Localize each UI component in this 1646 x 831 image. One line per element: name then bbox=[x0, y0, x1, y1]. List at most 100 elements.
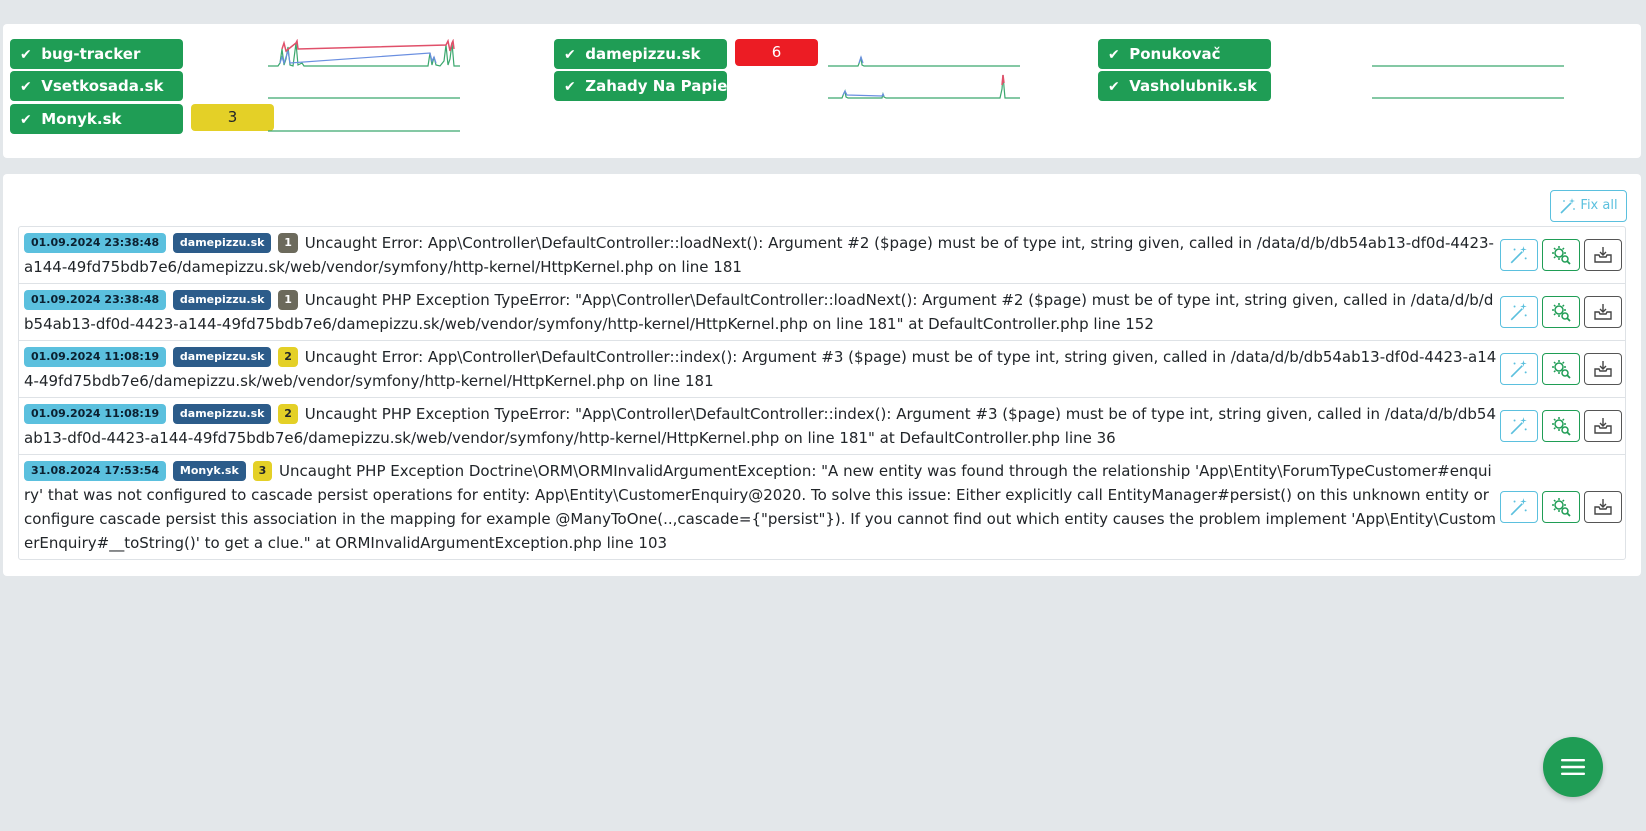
project-row: ✔ Zahady Na Papieri bbox=[554, 71, 1020, 101]
menu-fab-button[interactable] bbox=[1543, 737, 1603, 797]
inspect-button[interactable] bbox=[1542, 353, 1580, 385]
error-row: 01.09.2024 11:08:19 damepizzu.sk 2 Uncau… bbox=[19, 398, 1625, 455]
fix-button[interactable] bbox=[1500, 491, 1538, 523]
error-date-badge: 31.08.2024 17:53:54 bbox=[24, 461, 167, 481]
sparkline-bug-tracker bbox=[268, 39, 460, 67]
check-icon: ✔ bbox=[20, 112, 32, 128]
projects-panel: ✔ bug-tracker ✔ Vsetkosada.sk ✔ Monyk.sk… bbox=[3, 24, 1641, 158]
sparkline-monyk bbox=[268, 130, 460, 132]
error-count-badge: 2 bbox=[278, 404, 298, 424]
error-count-badge[interactable]: 3 bbox=[191, 104, 274, 131]
magic-wand-icon bbox=[1560, 197, 1576, 214]
archive-button[interactable] bbox=[1584, 239, 1622, 271]
archive-button[interactable] bbox=[1584, 491, 1622, 523]
magic-wand-icon bbox=[1510, 360, 1527, 378]
error-count-badge: 1 bbox=[278, 233, 298, 253]
project-name: Ponukovač bbox=[1129, 45, 1221, 63]
project-button-zahady[interactable]: ✔ Zahady Na Papieri bbox=[554, 71, 727, 101]
archive-box-icon bbox=[1594, 499, 1612, 515]
gear-search-icon bbox=[1552, 498, 1571, 517]
project-name: Zahady Na Papieri bbox=[585, 77, 727, 95]
project-button-ponukovac[interactable]: ✔ Ponukovač bbox=[1098, 39, 1271, 69]
project-button-damepizzu[interactable]: ✔ damepizzu.sk bbox=[554, 39, 727, 69]
row-actions bbox=[1500, 491, 1622, 523]
project-name: bug-tracker bbox=[41, 45, 141, 63]
magic-wand-icon bbox=[1510, 246, 1527, 264]
errors-panel: Fix all 01.09.2024 23:38:48 damepizzu.sk… bbox=[3, 174, 1641, 576]
error-date-badge: 01.09.2024 11:08:19 bbox=[24, 347, 167, 367]
gear-search-icon bbox=[1552, 417, 1571, 436]
error-project-badge[interactable]: damepizzu.sk bbox=[172, 290, 272, 310]
fix-button[interactable] bbox=[1500, 296, 1538, 328]
error-count-badge[interactable]: 6 bbox=[735, 39, 818, 66]
gear-search-icon bbox=[1552, 360, 1571, 379]
magic-wand-icon bbox=[1510, 498, 1527, 516]
project-button-vsetkosada[interactable]: ✔ Vsetkosada.sk bbox=[10, 71, 183, 101]
check-icon: ✔ bbox=[20, 79, 32, 95]
error-project-badge[interactable]: damepizzu.sk bbox=[172, 233, 272, 253]
archive-box-icon bbox=[1594, 304, 1612, 320]
archive-box-icon bbox=[1594, 361, 1612, 377]
check-icon: ✔ bbox=[564, 47, 576, 63]
fix-all-label: Fix all bbox=[1580, 198, 1618, 213]
error-row: 01.09.2024 23:38:48 damepizzu.sk 1 Uncau… bbox=[19, 227, 1625, 284]
archive-button[interactable] bbox=[1584, 353, 1622, 385]
error-project-badge[interactable]: damepizzu.sk bbox=[172, 404, 272, 424]
inspect-button[interactable] bbox=[1542, 410, 1580, 442]
sparkline-damepizzu bbox=[828, 55, 1020, 67]
error-list: 01.09.2024 23:38:48 damepizzu.sk 1 Uncau… bbox=[18, 226, 1626, 560]
error-row: 01.09.2024 23:38:48 damepizzu.sk 1 Uncau… bbox=[19, 284, 1625, 341]
fix-button[interactable] bbox=[1500, 239, 1538, 271]
inspect-button[interactable] bbox=[1542, 239, 1580, 271]
check-icon: ✔ bbox=[1108, 47, 1120, 63]
project-row: ✔ Vasholubnik.sk bbox=[1098, 71, 1564, 101]
project-row: ✔ bug-tracker bbox=[10, 39, 460, 69]
error-count-badge: 1 bbox=[278, 290, 298, 310]
error-count-badge: 3 bbox=[252, 461, 273, 481]
error-count-badge: 2 bbox=[278, 347, 298, 367]
menu-icon bbox=[1561, 759, 1585, 775]
fix-button[interactable] bbox=[1500, 353, 1538, 385]
error-project-badge[interactable]: damepizzu.sk bbox=[172, 347, 272, 367]
project-name: Monyk.sk bbox=[41, 110, 122, 128]
row-actions bbox=[1500, 353, 1622, 385]
row-actions bbox=[1500, 410, 1622, 442]
error-row: 01.09.2024 11:08:19 damepizzu.sk 2 Uncau… bbox=[19, 341, 1625, 398]
archive-box-icon bbox=[1594, 247, 1612, 263]
project-button-monyk[interactable]: ✔ Monyk.sk bbox=[10, 104, 183, 134]
project-button-vasholubnik[interactable]: ✔ Vasholubnik.sk bbox=[1098, 71, 1271, 101]
magic-wand-icon bbox=[1510, 303, 1527, 321]
inspect-button[interactable] bbox=[1542, 296, 1580, 328]
project-row: ✔ damepizzu.sk 6 bbox=[554, 39, 1020, 69]
row-actions bbox=[1500, 239, 1622, 271]
error-date-badge: 01.09.2024 23:38:48 bbox=[24, 233, 167, 253]
project-row: ✔ Vsetkosada.sk bbox=[10, 71, 460, 101]
project-row: ✔ Monyk.sk 3 bbox=[10, 104, 460, 134]
gear-search-icon bbox=[1552, 303, 1571, 322]
sparkline-ponukovac bbox=[1372, 65, 1564, 67]
archive-button[interactable] bbox=[1584, 410, 1622, 442]
error-row: 31.08.2024 17:53:54 Monyk.sk 3 Uncaught … bbox=[19, 455, 1625, 559]
error-project-badge[interactable]: Monyk.sk bbox=[172, 461, 246, 481]
check-icon: ✔ bbox=[564, 79, 576, 95]
gear-search-icon bbox=[1552, 246, 1571, 265]
project-name: damepizzu.sk bbox=[585, 45, 701, 63]
check-icon: ✔ bbox=[1108, 79, 1120, 95]
fix-all-button[interactable]: Fix all bbox=[1550, 190, 1627, 222]
project-row: ✔ Ponukovač bbox=[1098, 39, 1564, 69]
project-name: Vasholubnik.sk bbox=[1129, 77, 1258, 95]
error-date-badge: 01.09.2024 23:38:48 bbox=[24, 290, 167, 310]
row-actions bbox=[1500, 296, 1622, 328]
project-button-bug-tracker[interactable]: ✔ bug-tracker bbox=[10, 39, 183, 69]
fix-button[interactable] bbox=[1500, 410, 1538, 442]
archive-button[interactable] bbox=[1584, 296, 1622, 328]
check-icon: ✔ bbox=[20, 47, 32, 63]
sparkline-vsetkosada bbox=[268, 97, 460, 99]
sparkline-vasholubnik bbox=[1372, 97, 1564, 99]
sparkline-zahady bbox=[828, 74, 1020, 99]
archive-box-icon bbox=[1594, 418, 1612, 434]
inspect-button[interactable] bbox=[1542, 491, 1580, 523]
magic-wand-icon bbox=[1510, 417, 1527, 435]
project-name: Vsetkosada.sk bbox=[41, 77, 164, 95]
error-date-badge: 01.09.2024 11:08:19 bbox=[24, 404, 167, 424]
